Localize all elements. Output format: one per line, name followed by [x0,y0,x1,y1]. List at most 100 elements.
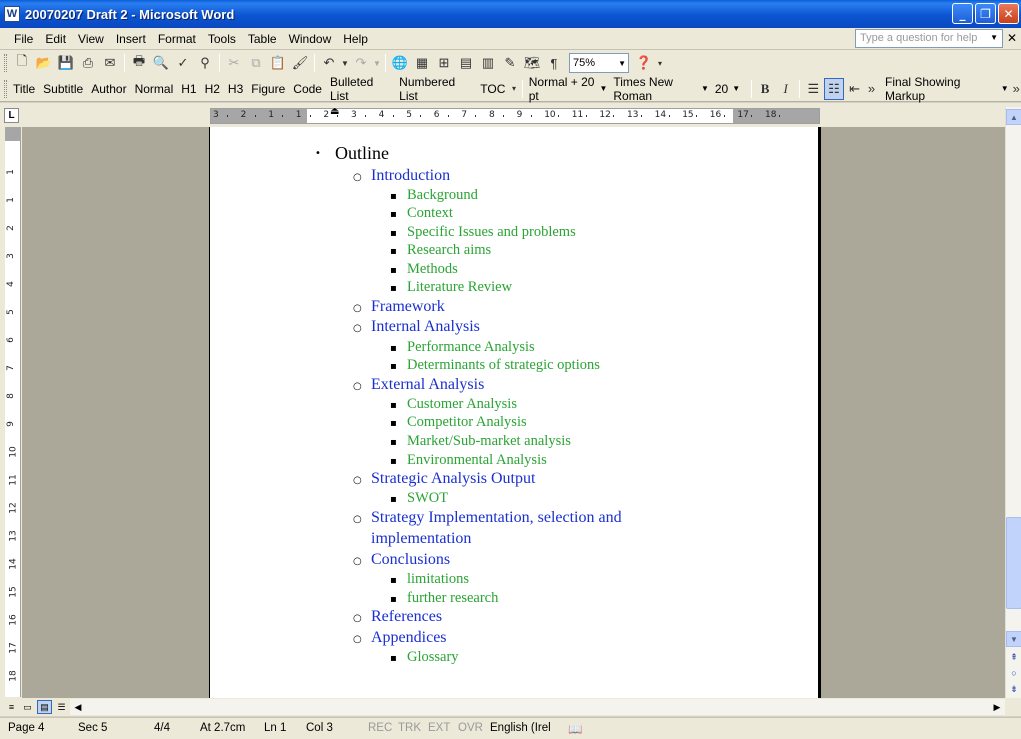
restore-button[interactable]: ❐ [975,3,996,24]
style-figure[interactable]: Figure [247,82,289,96]
redo-dropdown-icon[interactable]: ▼ [372,52,382,74]
bold-button[interactable]: B [755,78,776,100]
redo-icon[interactable]: ↷ [350,52,372,74]
new-document-icon[interactable]: 🗋 [11,52,33,74]
toolbar-grip[interactable] [4,79,7,98]
save-icon[interactable]: 💾 [55,52,77,74]
help-icon[interactable]: ❓ [633,52,655,74]
toolbar-options-icon[interactable]: ▾ [655,52,665,74]
scroll-left-icon[interactable]: ◀ [70,699,86,715]
print-icon[interactable]: 🖶 [128,52,150,74]
normal-view-icon[interactable]: ≡ [4,700,19,714]
previous-page-icon[interactable]: ⇞ [1006,650,1021,664]
outline-subsection[interactable]: Competitor Analysis [407,414,527,431]
copy-icon[interactable]: ⧉ [245,52,267,74]
menu-table[interactable]: Table [242,32,283,46]
outline-section[interactable]: Strategic Analysis Output [371,470,535,488]
outline-subsection[interactable]: Literature Review [407,279,512,296]
spelling-icon[interactable]: ✓ [172,52,194,74]
paste-icon[interactable]: 📋 [267,52,289,74]
toolbar-grip[interactable] [4,54,7,72]
print-layout-icon[interactable]: ▤ [37,700,52,714]
outline-subsection[interactable]: limitations [407,571,469,588]
style-select[interactable]: Normal + 20 pt ▼ [526,75,611,103]
menu-window[interactable]: Window [283,32,338,46]
select-browse-object-icon[interactable]: ○ [1006,666,1021,680]
outline-subsection[interactable]: Environmental Analysis [407,452,547,469]
style-toc[interactable]: TOC [476,82,509,96]
tables-borders-icon[interactable]: ▦ [411,52,433,74]
toolbar-overflow-icon[interactable]: » [1012,78,1021,100]
style-normal[interactable]: Normal [131,82,178,96]
horizontal-ruler[interactable]: 3 2 1 1 2 3 4 5 6 7 8 9 10 11 12 13 14 15 16 17 18 [210,108,820,124]
scroll-right-icon[interactable]: ▶ [989,699,1005,715]
document-map-icon[interactable]: 🗺 [521,52,543,74]
numbering-icon[interactable]: ☰ [803,78,824,100]
style-title[interactable]: Title [9,82,39,96]
style-h3[interactable]: H3 [224,82,247,96]
document-close-icon[interactable]: ✕ [1007,31,1017,45]
menu-edit[interactable]: Edit [39,32,72,46]
open-icon[interactable]: 📂 [33,52,55,74]
spelling-status-icon[interactable]: 📖 [568,722,582,736]
close-button[interactable]: ✕ [998,3,1019,24]
menu-file[interactable]: File [8,32,39,46]
outline-subsection[interactable]: Customer Analysis [407,396,517,413]
research-icon[interactable]: ⚲ [194,52,216,74]
insert-excel-icon[interactable]: ▤ [455,52,477,74]
status-ovr[interactable]: OVR [458,722,483,734]
status-rec[interactable]: REC [368,722,392,734]
status-ext[interactable]: EXT [428,722,450,734]
menu-format[interactable]: Format [152,32,202,46]
style-bulleted-list[interactable]: Bulleted List [326,75,395,103]
menu-help[interactable]: Help [337,32,374,46]
style-code[interactable]: Code [289,82,326,96]
outline-subsection[interactable]: SWOT [407,490,448,507]
cut-icon[interactable]: ✂ [223,52,245,74]
print-preview-icon[interactable]: 🔍 [150,52,172,74]
undo-dropdown-icon[interactable]: ▼ [340,52,350,74]
menu-tools[interactable]: Tools [202,32,242,46]
help-dropdown-icon[interactable]: ▼ [990,33,998,42]
outline-subsection[interactable]: Context [407,205,453,222]
minimize-button[interactable]: _ [952,3,973,24]
bullets-icon[interactable]: ☷ [823,77,845,100]
web-layout-icon[interactable]: ▭ [20,700,35,714]
style-numbered-list[interactable]: Numbered List [395,75,476,103]
scroll-up-icon[interactable]: ▲ [1006,109,1021,125]
email-icon[interactable]: ✉ [99,52,121,74]
outline-view-icon[interactable]: ☰ [54,700,69,714]
outline-subsection[interactable]: Research aims [407,242,491,259]
outline-section[interactable]: Conclusions [371,551,450,569]
markup-select[interactable]: Final Showing Markup ▼ [882,75,1012,103]
outline-section[interactable]: Appendices [371,629,447,647]
outline-section-continued[interactable]: implementation [371,530,471,548]
scroll-thumb[interactable] [1006,517,1021,609]
outline-section[interactable]: Internal Analysis [371,318,480,336]
vertical-ruler[interactable]: 112345678910111213141516171819 [5,127,21,710]
insert-hyperlink-icon[interactable]: 🌐 [389,52,411,74]
outline-subsection[interactable]: further research [407,590,498,607]
status-trk[interactable]: TRK [398,722,421,734]
font-select[interactable]: Times New Roman ▼ [610,75,712,103]
vertical-scrollbar[interactable]: ▲ ▼ ⇞ ○ ⇟ [1005,107,1021,698]
style-subtitle[interactable]: Subtitle [39,82,87,96]
zoom-select[interactable]: 75% ▼ [569,53,629,73]
italic-button[interactable]: I [775,78,796,100]
style-author[interactable]: Author [87,82,130,96]
document-page[interactable]: • Outline ○ Introduction ▪ Background ▪ Context… [209,127,821,698]
outline-subsection[interactable]: Background [407,187,478,204]
undo-icon[interactable]: ↶ [318,52,340,74]
insert-table-icon[interactable]: ⊞ [433,52,455,74]
outline-subsection[interactable]: Methods [407,261,458,278]
outline-heading[interactable]: Outline [335,143,389,164]
tab-selector[interactable]: L [4,108,19,123]
outline-subsection[interactable]: Specific Issues and problems [407,224,576,241]
permission-icon[interactable]: ⎙ [77,52,99,74]
toolbar-overflow-icon[interactable]: » [865,78,878,100]
indent-marker-icon[interactable]: ⏏ [330,106,339,117]
outline-section[interactable]: Strategy Implementation, selection and [371,509,622,527]
outline-section[interactable]: Introduction [371,167,450,185]
columns-icon[interactable]: ▥ [477,52,499,74]
more-styles-icon[interactable]: ▾ [509,78,518,100]
